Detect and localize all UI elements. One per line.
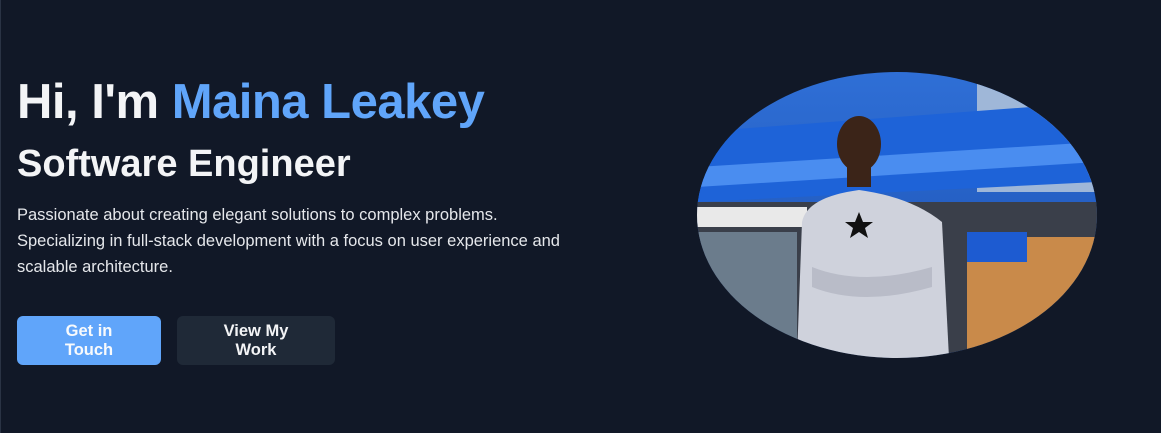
hero-heading: Hi, I'm Maina Leakey	[17, 72, 577, 132]
hero-title: Software Engineer	[17, 143, 351, 185]
greeting: Hi, I'm	[17, 75, 172, 129]
hero-description: Passionate about creating elegant soluti…	[17, 206, 560, 276]
hero-actions: Get in Touch View My Work	[17, 316, 577, 365]
view-my-work-button[interactable]: View My Work	[177, 316, 335, 365]
profile-photo	[697, 72, 1097, 358]
hero-name: Maina Leakey	[171, 75, 485, 129]
get-in-touch-button[interactable]: Get in Touch	[17, 316, 161, 365]
hero-section: Hi, I'm Maina Leakey Software Engineer P…	[17, 72, 577, 365]
